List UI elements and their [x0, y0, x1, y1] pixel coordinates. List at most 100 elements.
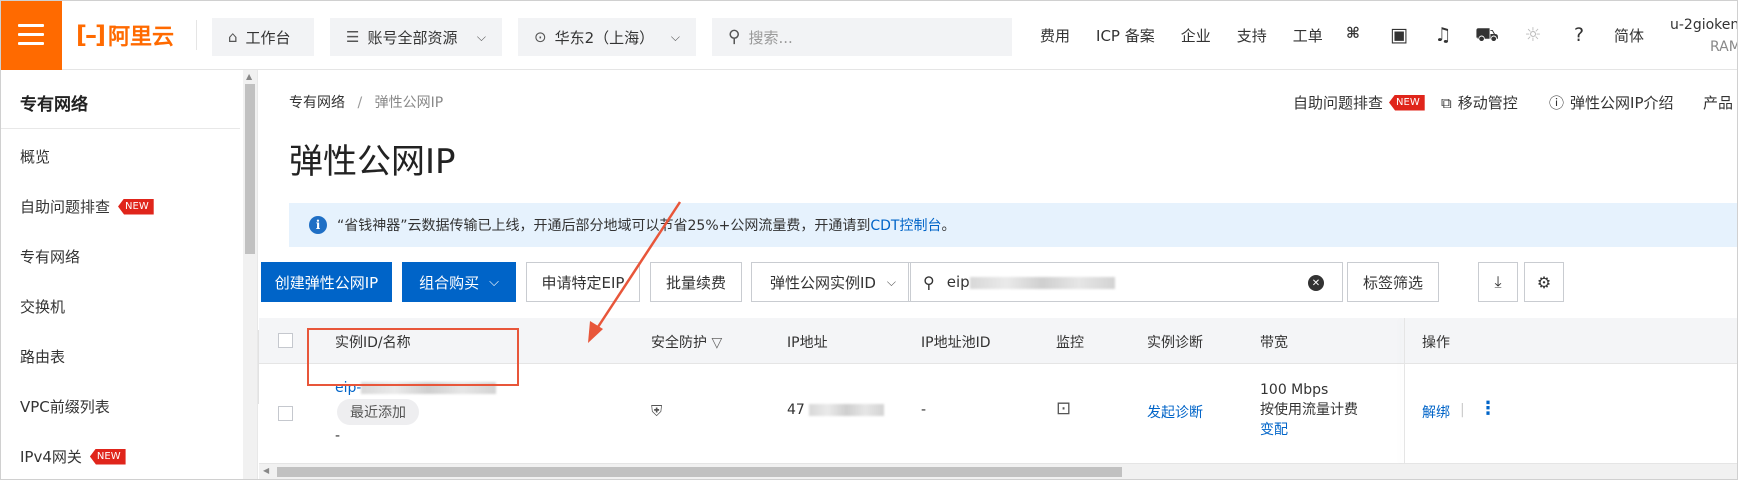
breadcrumb-vpc[interactable]: 专有网络: [289, 95, 345, 111]
table-horizontal-scrollbar[interactable]: ◀: [259, 464, 1738, 480]
bell-icon[interactable]: ♫: [1431, 24, 1455, 46]
unbind-link[interactable]: 解绑: [1422, 402, 1450, 422]
chevron-down-icon: ⌵: [886, 274, 896, 289]
mobile-label: 移动管控: [1457, 94, 1518, 112]
monitor-icon[interactable]: ⊡: [1056, 398, 1071, 419]
troubleshoot-link[interactable]: 自助问题排查 NEW: [1293, 92, 1425, 113]
search-icon: ⚲: [728, 27, 741, 47]
bundle-buy-button[interactable]: 组合购买 ⌵: [402, 262, 516, 302]
sidebar-item-troubleshoot[interactable]: 自助问题排查 NEW: [20, 196, 154, 217]
sidebar-item-vswitch[interactable]: 交换机: [20, 296, 65, 317]
workbench-label: 工作台: [245, 28, 291, 47]
search-placeholder: 搜索...: [748, 28, 793, 47]
breadcrumb-current: 弹性公网IP: [374, 95, 444, 111]
resources-label: 账号全部资源: [367, 28, 458, 47]
sidebar-item-ipv4-gateway[interactable]: IPv4网关 NEW: [20, 446, 126, 467]
product-link[interactable]: 产品: [1703, 92, 1733, 113]
sidebar-title: 专有网络: [20, 95, 88, 115]
sidebar-item-route-table[interactable]: 路由表: [20, 346, 65, 367]
filter-icon[interactable]: ▽: [711, 335, 722, 351]
col-security: 安全防护 ▽: [651, 335, 723, 351]
cdt-console-link[interactable]: CDT控制台: [870, 215, 941, 235]
top-bar: [–] 阿里云 ⌂ 工作台 ☰ 账号全部资源 ⌵ ⊙ 华东2（上海） ⌵ ⚲ 搜…: [0, 0, 1738, 70]
sidebar-scrollbar[interactable]: ▲: [243, 70, 257, 480]
scrollbar-thumb[interactable]: [245, 84, 255, 254]
search-icon: ⚲: [923, 272, 935, 292]
product-label: 产品: [1703, 94, 1734, 112]
shield-icon: ⛨: [651, 402, 663, 420]
sidebar-item-prefix-list[interactable]: VPC前缀列表: [20, 396, 110, 417]
col-bandwidth: 带宽: [1260, 335, 1288, 351]
help-circle-icon: ⓘ: [1549, 94, 1565, 112]
create-eip-button[interactable]: 创建弹性公网IP: [261, 262, 392, 302]
sidebar-item-label: 概览: [20, 148, 51, 166]
bulb-icon[interactable]: ☼: [1521, 24, 1545, 46]
col-actions: 操作: [1422, 335, 1450, 351]
bundle-buy-label: 组合购买: [419, 273, 480, 292]
instance-name: -: [335, 428, 341, 444]
more-actions-icon[interactable]: ⋮: [1479, 398, 1497, 419]
new-badge: NEW: [118, 198, 154, 215]
chevron-down-icon: ⌵: [476, 29, 486, 44]
menu-icon[interactable]: [0, 0, 62, 70]
user-name: u-2gioken: [1670, 17, 1738, 33]
tag-filter-button[interactable]: 标签筛选: [1347, 262, 1439, 302]
sidebar-item-overview[interactable]: 概览: [20, 146, 50, 167]
settings-icon[interactable]: ⚙: [1524, 262, 1564, 302]
scrollbar-thumb[interactable]: [277, 467, 1122, 477]
sidebar-item-vpc[interactable]: 专有网络: [20, 246, 80, 267]
scroll-left-icon[interactable]: ◀: [263, 466, 269, 475]
batch-renew-button[interactable]: 批量续费: [650, 262, 742, 302]
api-icon[interactable]: ⌘: [1341, 24, 1365, 42]
filter-field-value: 弹性公网实例ID: [770, 273, 876, 292]
row-checkbox[interactable]: [278, 406, 293, 421]
new-badge: NEW: [89, 448, 126, 465]
redacted-text: [809, 404, 885, 416]
actions-column-divider: [1404, 318, 1405, 464]
user-type: RAM: [1710, 39, 1738, 55]
breadcrumb: 专有网络 / 弹性公网IP: [289, 92, 443, 112]
highlight-box: [307, 328, 519, 386]
scroll-up-icon[interactable]: ▲: [246, 72, 252, 81]
eip-intro-link[interactable]: ⓘ 弹性公网IP介绍: [1549, 92, 1674, 113]
link-billing[interactable]: 费用: [1040, 25, 1070, 46]
download-icon[interactable]: ⤓: [1478, 262, 1518, 302]
pool-id: -: [921, 402, 927, 418]
divider: [0, 128, 240, 129]
language-switch[interactable]: 简体: [1614, 0, 1644, 70]
link-support[interactable]: 支持: [1237, 25, 1267, 46]
diagnose-link[interactable]: 发起诊断: [1147, 402, 1203, 422]
logo-mark-icon: [–]: [76, 20, 106, 49]
apply-eip-button[interactable]: 申请特定EIP: [526, 262, 640, 302]
link-ticket[interactable]: 工单: [1293, 25, 1323, 46]
chevron-down-icon: ⌵: [489, 274, 499, 290]
terminal-icon[interactable]: ▣: [1387, 24, 1411, 46]
select-all-checkbox[interactable]: [278, 333, 293, 348]
page-title: 弹性公网IP: [289, 142, 456, 182]
sidebar-item-label: VPC前缀列表: [20, 398, 110, 416]
bandwidth-value: 100 Mbps: [1260, 382, 1329, 398]
col-ip: IP地址: [787, 335, 828, 351]
instance-search-input[interactable]: ⚲ eip ✕: [908, 262, 1343, 302]
mobile-icon: ⧉: [1441, 93, 1452, 112]
breadcrumb-separator: /: [357, 95, 363, 111]
user-menu[interactable]: u-2gioken RAM: [1670, 14, 1738, 58]
logo[interactable]: [–] 阿里云: [76, 19, 196, 51]
region-dropdown[interactable]: ⊙ 华东2（上海） ⌵: [518, 18, 696, 56]
change-spec-link[interactable]: 变配: [1260, 420, 1358, 440]
workbench-button[interactable]: ⌂ 工作台: [212, 18, 314, 56]
global-search-input[interactable]: ⚲ 搜索...: [712, 18, 1012, 56]
divider: [196, 20, 197, 50]
link-enterprise[interactable]: 企业: [1181, 25, 1211, 46]
chevron-down-icon: ⌵: [670, 29, 680, 44]
filter-field-select[interactable]: 弹性公网实例ID ⌵: [751, 262, 911, 302]
help-icon[interactable]: ?: [1567, 24, 1591, 46]
search-value: eip: [947, 273, 1115, 291]
link-icp[interactable]: ICP 备案: [1096, 25, 1155, 46]
notice-suffix: 。: [941, 218, 956, 234]
sidebar-item-label: 专有网络: [20, 248, 81, 266]
clear-icon[interactable]: ✕: [1308, 275, 1324, 291]
resources-dropdown[interactable]: ☰ 账号全部资源 ⌵: [330, 18, 502, 56]
mobile-control-link[interactable]: ⧉ 移动管控: [1441, 92, 1518, 113]
cart-icon[interactable]: ⛟: [1475, 24, 1499, 49]
